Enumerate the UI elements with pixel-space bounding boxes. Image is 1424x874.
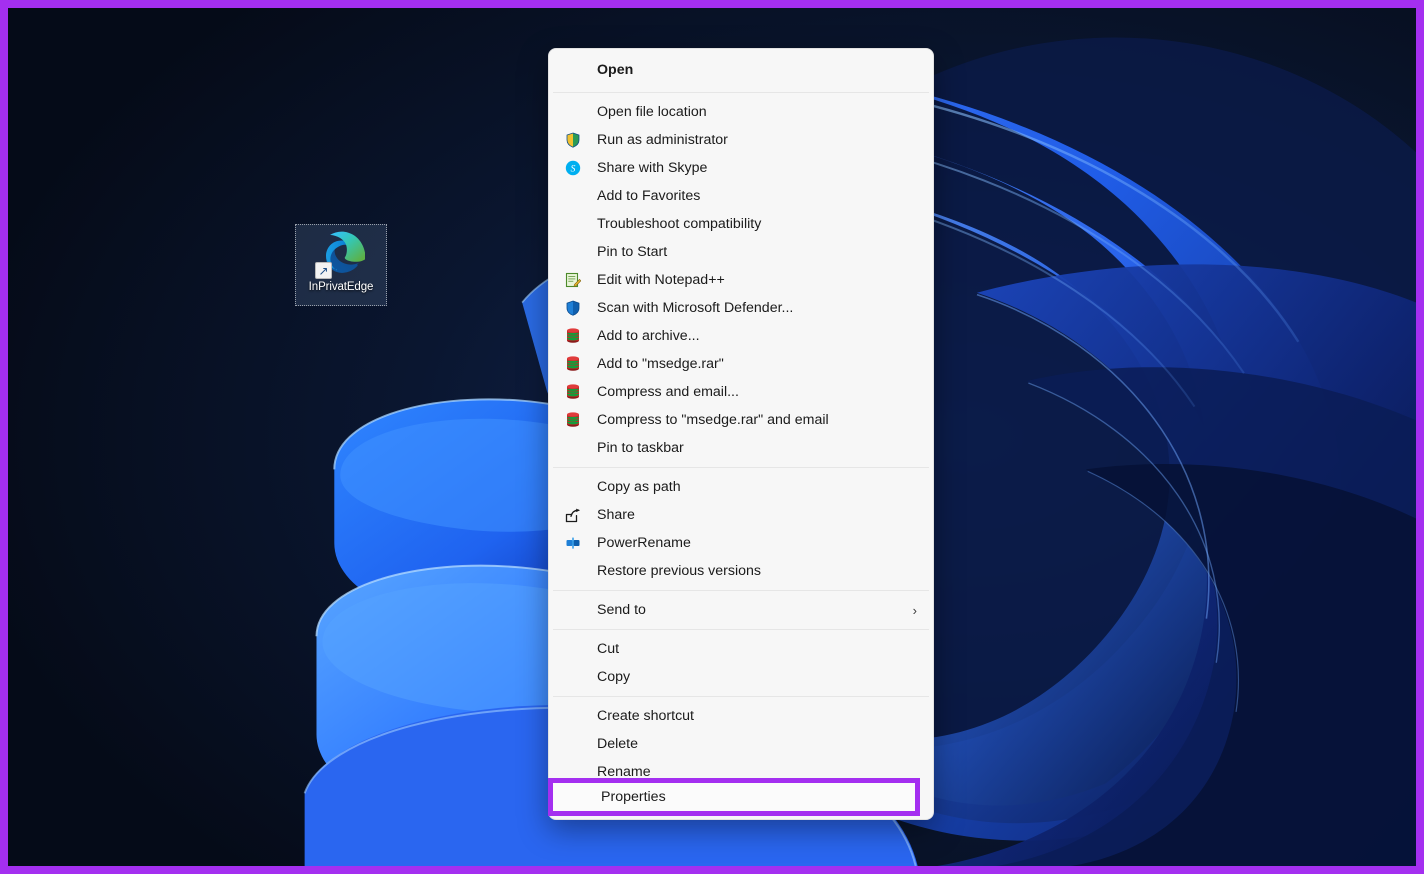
winrar-icon (563, 383, 583, 401)
menu-item-label: Open file location (597, 104, 707, 120)
menu-item-troubleshoot-compatibility[interactable]: Troubleshoot compatibility (549, 210, 933, 238)
menu-item-add-to-msedge-rar[interactable]: Add to "msedge.rar" (549, 350, 933, 378)
menu-item-label: Edit with Notepad++ (597, 272, 725, 288)
uac-shield-icon (563, 131, 583, 149)
menu-item-add-to-favorites[interactable]: Add to Favorites (549, 182, 933, 210)
menu-item-compress-and-email[interactable]: Compress and email... (549, 378, 933, 406)
properties-highlight-box[interactable]: Properties (548, 778, 920, 816)
menu-item-restore-previous-versions[interactable]: Restore previous versions (549, 557, 933, 585)
menu-separator (553, 629, 929, 630)
notepadpp-icon (563, 271, 583, 289)
menu-separator (553, 696, 929, 697)
menu-item-edit-with-notepad[interactable]: Edit with Notepad++ (549, 266, 933, 294)
no-icon (563, 103, 583, 121)
menu-item-open[interactable]: Open (549, 53, 933, 87)
no-icon (563, 707, 583, 725)
file-context-menu[interactable]: Open Open file location Run as administrat… (548, 48, 934, 820)
menu-item-label: Add to "msedge.rar" (597, 356, 724, 372)
menu-item-label: Restore previous versions (597, 563, 762, 579)
winrar-icon (563, 327, 583, 345)
menu-separator (553, 467, 929, 468)
menu-item-properties-label: Properties (601, 789, 666, 805)
menu-item-compress-to-msedge-rar-and-email[interactable]: Compress to "msedge.rar" and email (549, 406, 933, 434)
powerrename-icon (563, 534, 583, 552)
menu-separator (553, 92, 929, 93)
no-icon (563, 735, 583, 753)
menu-item-label: Troubleshoot compatibility (597, 216, 762, 232)
menu-item-label: Compress and email... (597, 384, 739, 400)
no-icon (563, 478, 583, 496)
no-icon (563, 668, 583, 686)
no-icon (563, 562, 583, 580)
menu-item-pin-to-start[interactable]: Pin to Start (549, 238, 933, 266)
menu-item-label: Copy as path (597, 479, 681, 495)
menu-item-scan-with-microsoft-defender[interactable]: Scan with Microsoft Defender... (549, 294, 933, 322)
winrar-icon (563, 411, 583, 429)
menu-item-copy-as-path[interactable]: Copy as path (549, 473, 933, 501)
menu-item-open-file-location[interactable]: Open file location (549, 98, 933, 126)
defender-shield-icon (563, 299, 583, 317)
menu-item-create-shortcut[interactable]: Create shortcut (549, 702, 933, 730)
no-icon (563, 61, 583, 79)
microsoft-edge-icon: ↗ (315, 230, 365, 279)
menu-item-label: Add to archive... (597, 328, 700, 344)
desktop-screen: ↗ InPrivatEdge Open Open file location Run… (0, 0, 1424, 874)
no-icon (563, 601, 583, 619)
menu-item-cut[interactable]: Cut (549, 635, 933, 663)
menu-item-label: PowerRename (597, 535, 691, 551)
menu-item-label: Send to (597, 602, 646, 618)
menu-item-label: Cut (597, 641, 620, 657)
menu-item-run-as-administrator[interactable]: Run as administrator (549, 126, 933, 154)
svg-text:S: S (571, 165, 576, 175)
skype-icon: S (563, 159, 583, 177)
menu-item-label: Open (597, 62, 634, 78)
menu-item-label: Pin to taskbar (597, 440, 684, 456)
menu-item-share[interactable]: Share (549, 501, 933, 529)
no-icon (563, 215, 583, 233)
menu-item-label: Share (597, 507, 635, 523)
menu-item-delete[interactable]: Delete (549, 730, 933, 758)
share-icon (563, 506, 583, 524)
winrar-icon (563, 355, 583, 373)
menu-item-label: Pin to Start (597, 244, 668, 260)
menu-item-powerrename[interactable]: PowerRename (549, 529, 933, 557)
no-icon (563, 640, 583, 658)
shortcut-arrow-icon: ↗ (315, 262, 332, 279)
menu-item-label: Add to Favorites (597, 188, 701, 204)
desktop-icon-label: InPrivatEdge (308, 281, 374, 293)
no-icon (563, 243, 583, 261)
menu-item-label: Run as administrator (597, 132, 728, 148)
menu-item-label: Delete (597, 736, 639, 752)
menu-separator (553, 590, 929, 591)
chevron-right-icon: › (912, 602, 917, 618)
menu-item-label: Compress to "msedge.rar" and email (597, 412, 829, 428)
menu-item-add-to-archive[interactable]: Add to archive... (549, 322, 933, 350)
menu-item-label: Share with Skype (597, 160, 708, 176)
menu-item-send-to[interactable]: Send to › (549, 596, 933, 624)
menu-item-label: Create shortcut (597, 708, 694, 724)
no-icon (563, 439, 583, 457)
menu-item-label: Copy (597, 669, 631, 685)
menu-item-copy[interactable]: Copy (549, 663, 933, 691)
menu-item-label: Scan with Microsoft Defender... (597, 300, 794, 316)
context-menu-body: Open Open file location Run as administrat… (549, 53, 933, 786)
desktop-shortcut-inprivatedge[interactable]: ↗ InPrivatEdge (295, 224, 387, 306)
no-icon (563, 187, 583, 205)
menu-item-pin-to-taskbar[interactable]: Pin to taskbar (549, 434, 933, 462)
menu-item-share-with-skype[interactable]: S Share with Skype (549, 154, 933, 182)
